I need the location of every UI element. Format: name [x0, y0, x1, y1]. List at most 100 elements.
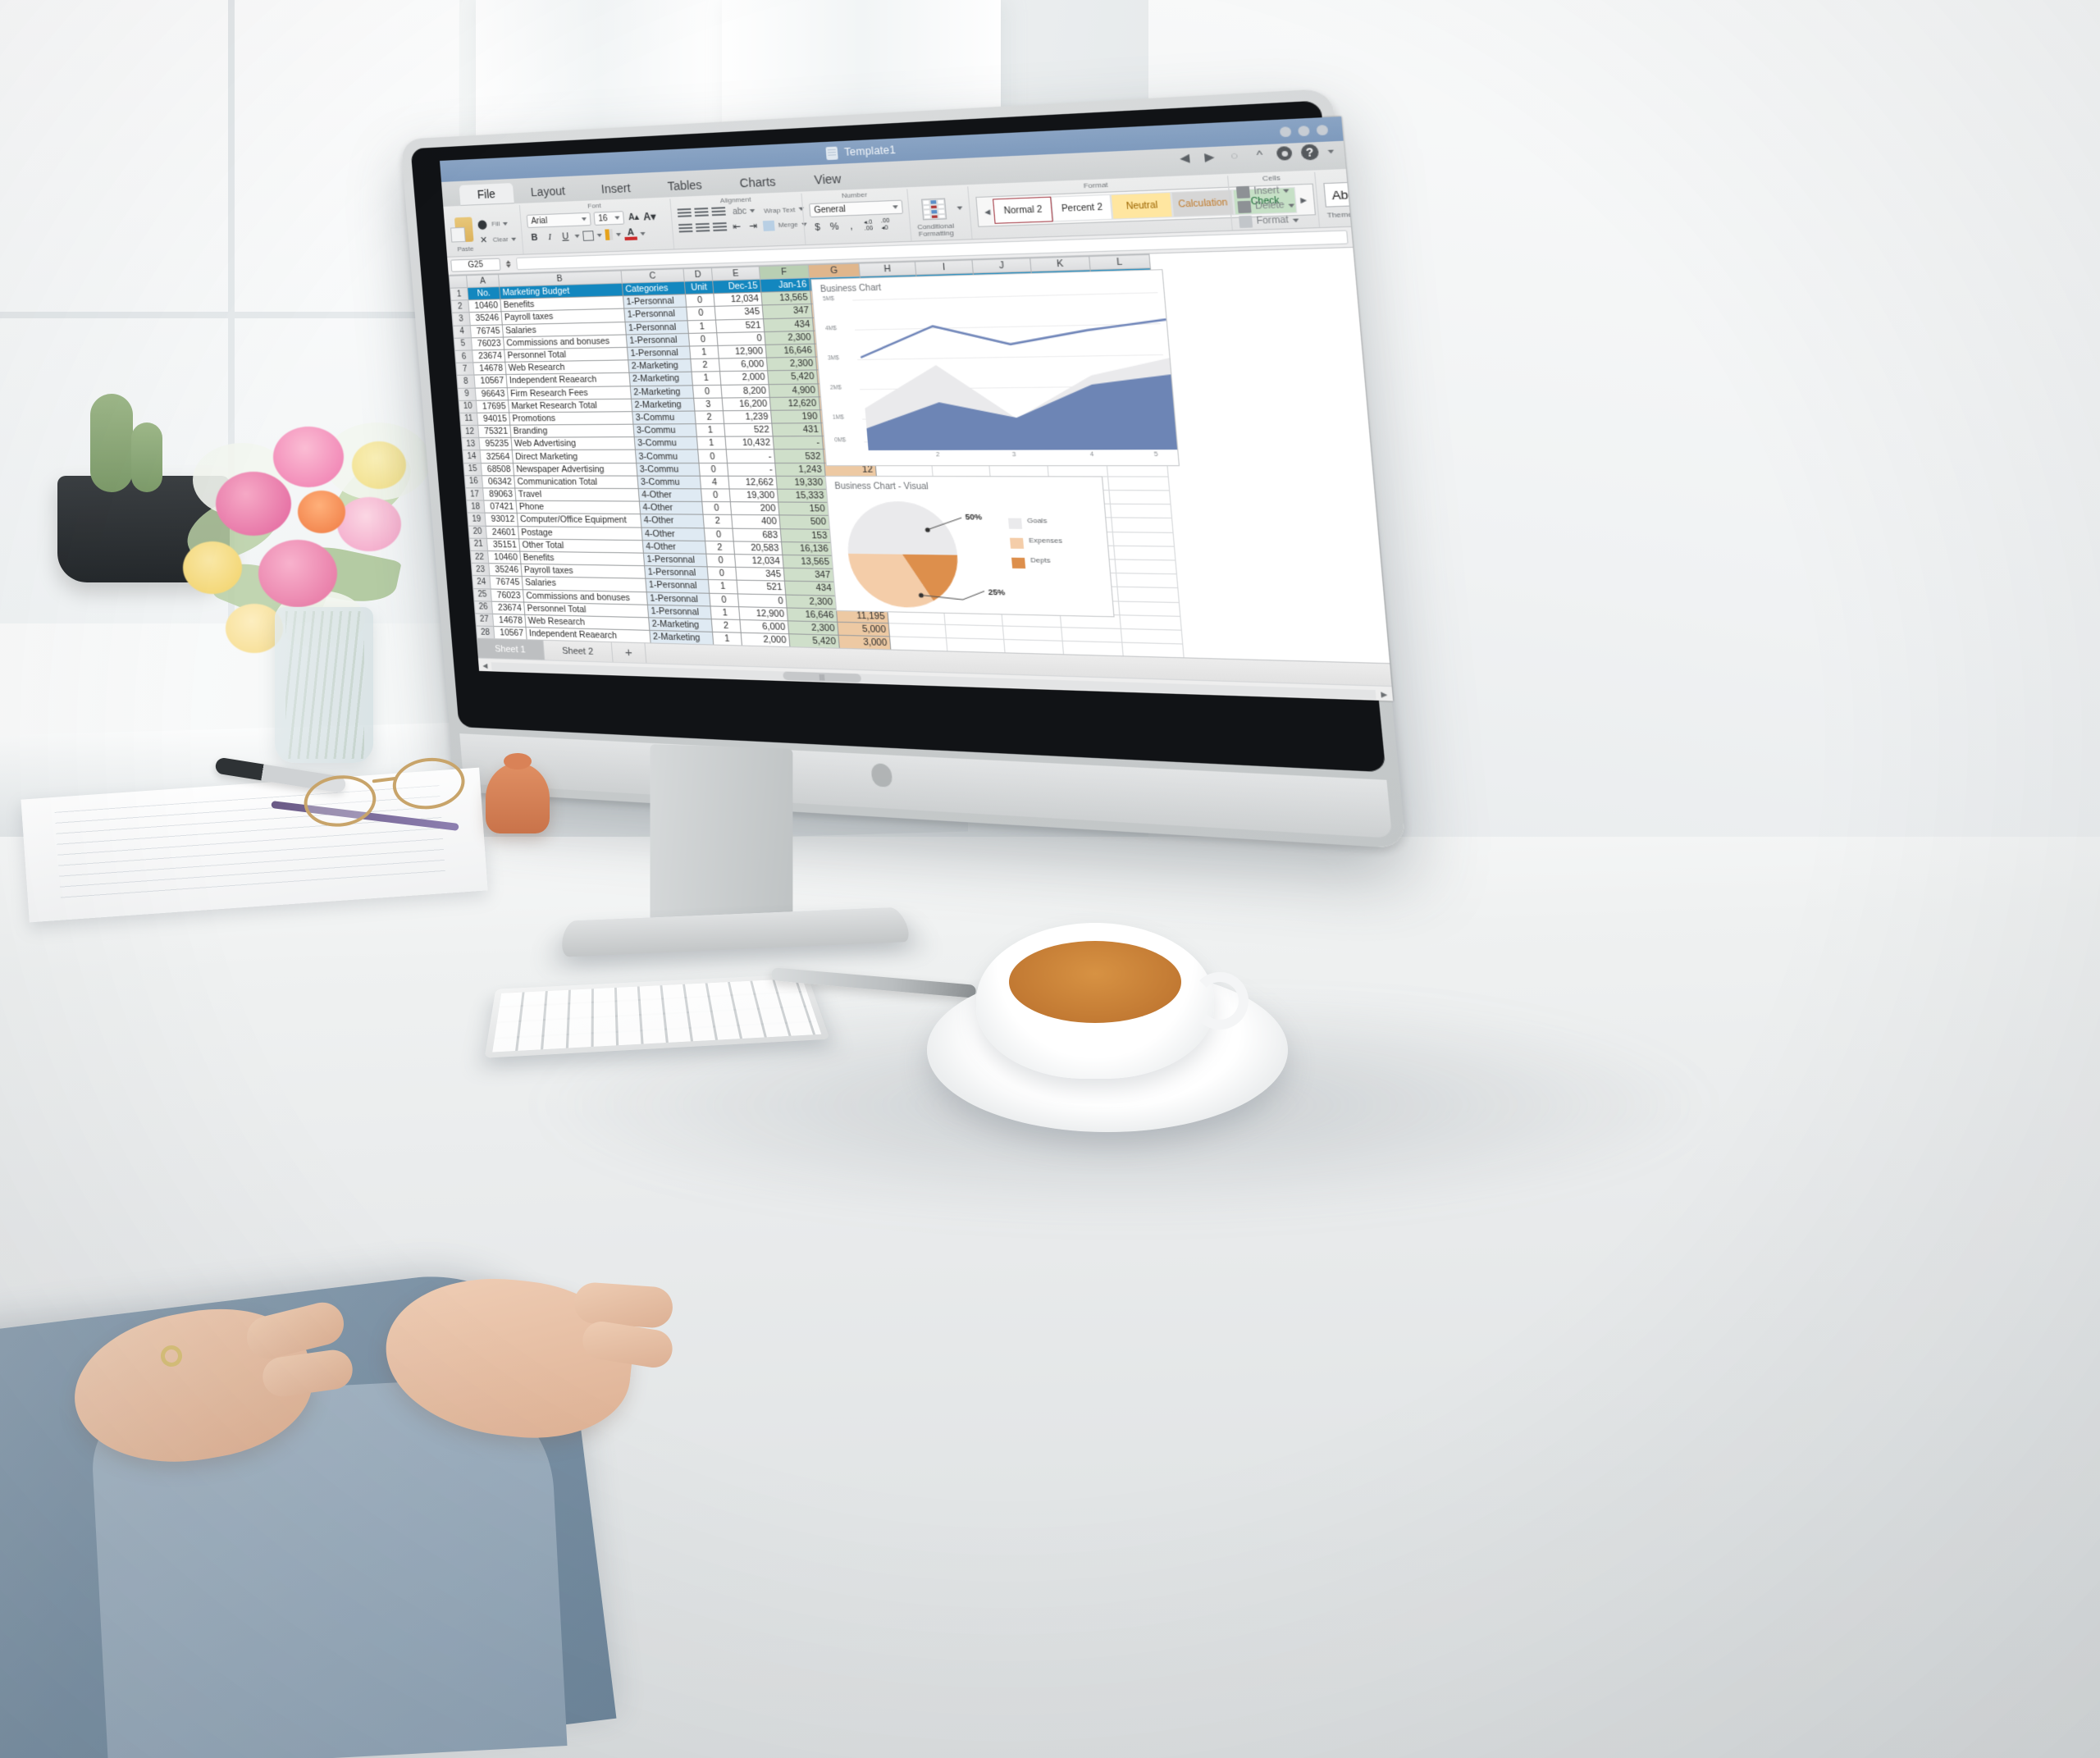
cell-dec15[interactable]: 200	[730, 501, 779, 516]
fill-color-icon[interactable]	[605, 229, 614, 240]
corner-cell[interactable]	[449, 275, 468, 289]
cell-dec15[interactable]: 20,583	[733, 541, 783, 555]
cell-no[interactable]: 17695	[476, 400, 509, 413]
cell-item[interactable]: Communication Total	[514, 475, 639, 489]
header-unit[interactable]: Unit	[684, 281, 714, 295]
currency-button[interactable]: $	[810, 221, 825, 234]
cell-empty[interactable]	[888, 623, 947, 638]
cell-category[interactable]: 3-Commu	[635, 450, 699, 463]
font-size-select[interactable]: 16	[593, 211, 625, 226]
tab-insert[interactable]: Insert	[582, 177, 650, 201]
scroll-right-arrow[interactable]: ▶	[1376, 690, 1393, 699]
col-header-d[interactable]: D	[682, 267, 713, 282]
cell-no[interactable]: 35151	[486, 538, 520, 552]
cell-dec15[interactable]: 2,000	[719, 371, 769, 385]
cell-dec15[interactable]: 521	[715, 318, 765, 333]
cell-no[interactable]: 14678	[492, 614, 526, 628]
cell-jan16[interactable]: 19,330	[776, 476, 827, 490]
cell-category[interactable]: 3-Commu	[632, 410, 696, 425]
cell-empty[interactable]	[1116, 573, 1178, 588]
percent-button[interactable]: %	[827, 220, 842, 234]
cell-feb16[interactable]: 5,000	[837, 622, 890, 637]
row-header[interactable]: 12	[460, 425, 479, 438]
cell-jan16[interactable]: 2,300	[766, 357, 817, 372]
cell-jan16[interactable]: 4,900	[768, 383, 819, 398]
cell-dec15[interactable]: 345	[714, 305, 764, 320]
cell-empty[interactable]	[1119, 614, 1182, 631]
cell-unit[interactable]: 0	[704, 527, 734, 541]
cell-no[interactable]: 07421	[483, 500, 518, 514]
cell-jan16[interactable]: 16,646	[765, 344, 816, 358]
cell-dec15[interactable]: -	[726, 450, 775, 463]
decrease-decimal-icon[interactable]: .00 ◂0	[879, 218, 893, 232]
cell-jan16[interactable]: 1,243	[774, 463, 826, 477]
cell-category[interactable]: 4-Other	[640, 514, 705, 528]
next-icon[interactable]: ▶	[1201, 149, 1218, 165]
cell-item[interactable]: Firm Research Fees	[507, 386, 632, 400]
chevron-down-icon[interactable]	[750, 208, 756, 213]
style-normal-2[interactable]: Normal 2	[993, 196, 1054, 224]
row-header[interactable]: 4	[452, 325, 472, 339]
cell-item[interactable]: Travel	[514, 488, 640, 502]
chevron-down-icon[interactable]	[511, 237, 517, 241]
cell-empty[interactable]	[1110, 504, 1172, 518]
cell-item[interactable]: Postage	[518, 526, 643, 541]
cell-unit[interactable]: 1	[696, 436, 727, 450]
cell-dec15[interactable]: 0	[716, 331, 766, 346]
paste-icon[interactable]	[454, 217, 474, 243]
help-icon[interactable]: ?	[1300, 144, 1320, 161]
cell-empty[interactable]	[946, 637, 1006, 654]
cell-empty[interactable]	[1121, 628, 1183, 645]
row-header[interactable]: 10	[459, 400, 477, 413]
cell-item[interactable]: Web Advertising	[510, 436, 636, 450]
cell-no[interactable]: 76023	[471, 336, 504, 350]
col-header-h[interactable]: H	[859, 261, 916, 276]
cell-category[interactable]: 2-Marketing	[628, 358, 692, 373]
cell-jan16[interactable]: 190	[770, 409, 821, 424]
increase-indent-icon[interactable]: ⇥	[746, 219, 760, 232]
cell-jan16[interactable]: 2,300	[764, 331, 815, 345]
cell-no[interactable]: 06342	[482, 475, 515, 489]
cell-unit[interactable]: 0	[685, 293, 715, 308]
cell-jan16[interactable]: 434	[763, 317, 814, 332]
header-jan-16[interactable]: Jan-16	[760, 277, 810, 293]
cell-empty[interactable]	[1003, 639, 1064, 655]
format-cells-button[interactable]: Format	[1239, 214, 1299, 228]
gallery-prev-icon[interactable]: ◀	[980, 208, 994, 216]
cell-category[interactable]: 2-Marketing	[628, 372, 693, 386]
cell-category[interactable]: 4-Other	[642, 540, 706, 555]
merge-icon[interactable]	[762, 220, 775, 231]
cell-category[interactable]: 4-Other	[638, 488, 702, 502]
cell-no[interactable]: 76745	[489, 576, 523, 590]
cell-jan16[interactable]: 16,646	[787, 607, 838, 623]
borders-icon[interactable]	[582, 230, 595, 241]
cell-category[interactable]: 1-Personnal	[645, 578, 710, 593]
scroll-left-arrow[interactable]: ◀	[478, 662, 491, 670]
collapse-ribbon-icon[interactable]: ^	[1251, 147, 1268, 162]
cell-no[interactable]: 89063	[482, 487, 516, 501]
cell-category[interactable]: 3-Commu	[636, 463, 701, 477]
cell-dec15[interactable]: 345	[735, 567, 785, 582]
row-header[interactable]: 3	[451, 313, 471, 326]
cell-empty[interactable]	[1062, 641, 1124, 657]
row-header[interactable]: 5	[454, 337, 472, 351]
cell-dec15[interactable]: 12,034	[713, 292, 763, 307]
cell-unit[interactable]: 1	[692, 372, 721, 386]
cell-unit[interactable]: 0	[686, 306, 716, 321]
cell-jan16[interactable]: 2,300	[785, 594, 837, 609]
cell-jan16[interactable]: 13,565	[760, 290, 812, 306]
search-icon[interactable]: ○	[1226, 148, 1243, 163]
font-color-icon[interactable]: A	[623, 227, 638, 241]
tab-file[interactable]: File	[459, 183, 514, 206]
fill-icon[interactable]: ⬤	[476, 218, 489, 231]
cell-unit[interactable]: 1	[712, 632, 742, 646]
comma-button[interactable]: ,	[844, 219, 859, 233]
conditional-formatting-icon[interactable]	[921, 198, 947, 221]
cell-unit[interactable]: 1	[696, 423, 725, 437]
cell-category[interactable]: 1-Personnal	[644, 565, 709, 580]
cell-dec15[interactable]: 10,432	[724, 436, 774, 450]
cell-unit[interactable]: 4	[700, 476, 730, 489]
cell-jan16[interactable]: 15,333	[777, 489, 828, 503]
row-header[interactable]: 14	[462, 450, 482, 463]
cell-jan16[interactable]: 12,620	[769, 396, 820, 411]
